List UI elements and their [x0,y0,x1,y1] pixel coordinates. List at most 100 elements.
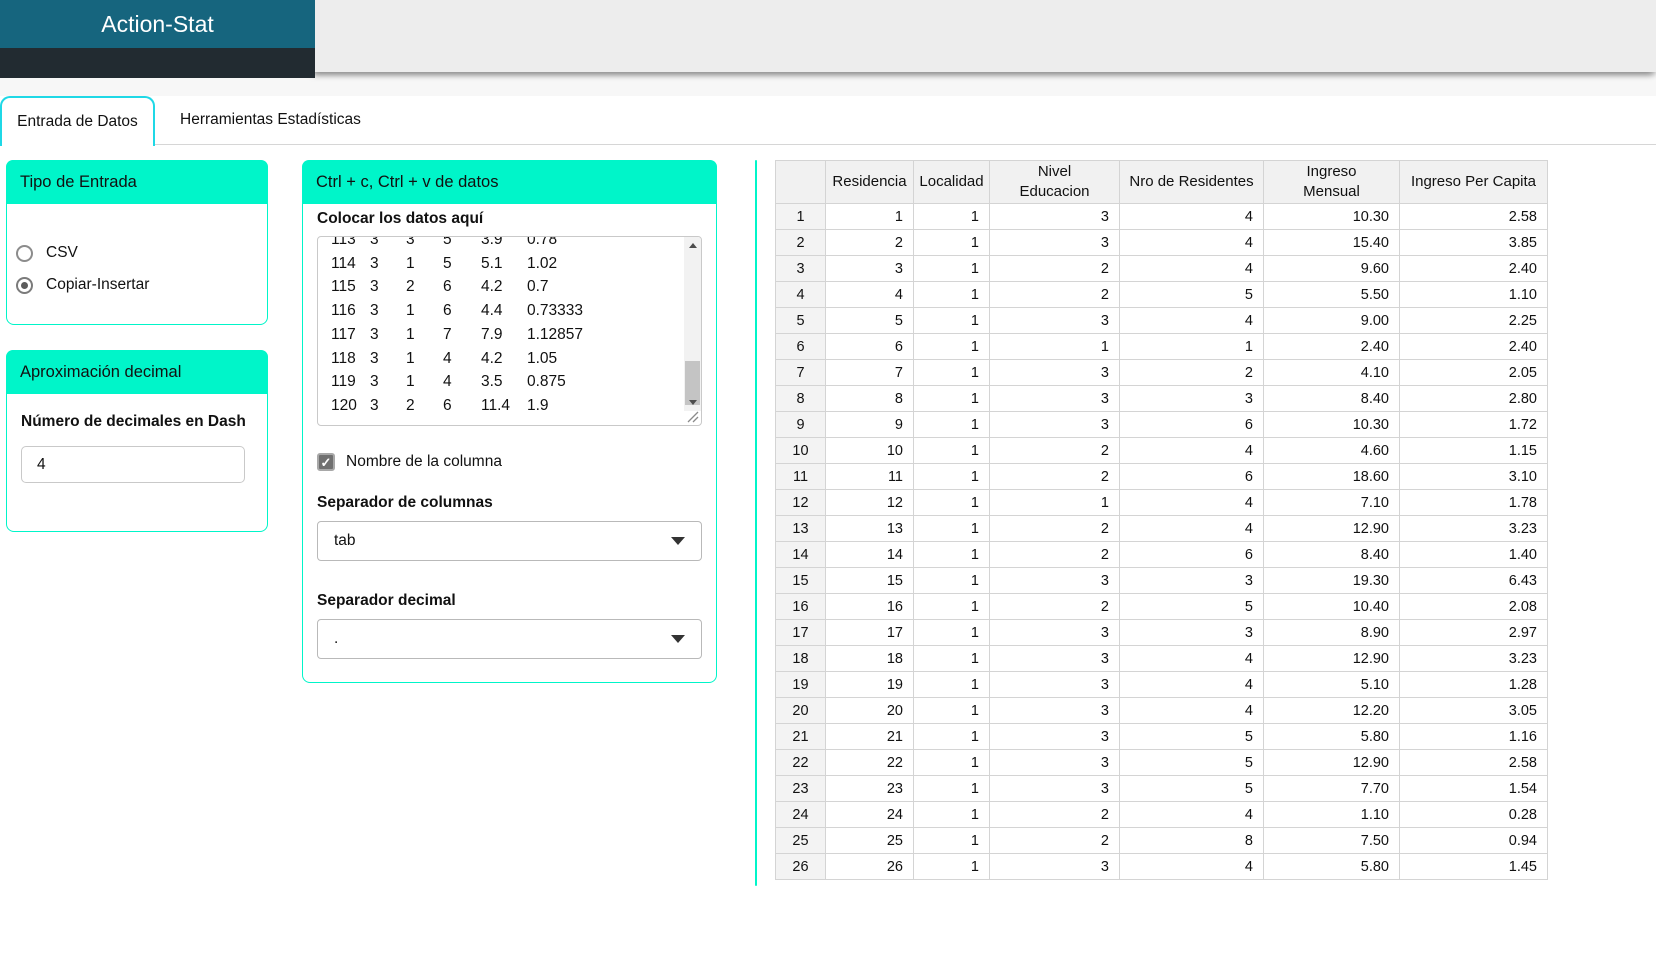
table-cell[interactable]: 22 [825,749,914,776]
table-cell[interactable]: 3 [989,775,1120,802]
table-cell[interactable]: 4 [1119,307,1264,334]
table-cell[interactable]: 1.10 [1399,281,1548,308]
table-cell[interactable]: 2.97 [1399,619,1548,646]
table-cell[interactable]: 1.16 [1399,723,1548,750]
table-cell[interactable]: 1 [913,801,990,828]
table-cell[interactable]: 1 [913,359,990,386]
table-cell[interactable]: 2 [989,801,1120,828]
table-cell[interactable]: 12 [825,489,914,516]
table-cell[interactable]: 4 [1119,645,1264,672]
table-cell[interactable]: 1 [913,515,990,542]
table-cell[interactable]: 1.78 [1399,489,1548,516]
radio-option-csv[interactable]: CSV [16,244,267,262]
table-cell[interactable]: 12.20 [1263,697,1400,724]
table-cell[interactable]: 3 [1119,619,1264,646]
table-cell[interactable]: 0.94 [1399,827,1548,854]
table-cell[interactable]: 3 [989,203,1120,230]
table-cell[interactable]: 6 [1119,463,1264,490]
table-cell[interactable]: 15 [825,567,914,594]
scroll-down-button[interactable] [684,394,701,411]
table-cell[interactable]: 20 [825,697,914,724]
table-cell[interactable]: 4 [825,281,914,308]
table-cell[interactable]: 3.23 [1399,515,1548,542]
table-cell[interactable]: 3 [989,697,1120,724]
table-cell[interactable]: 1 [913,749,990,776]
table-cell[interactable]: 1 [913,775,990,802]
table-cell[interactable]: 3 [989,671,1120,698]
table-cell[interactable]: 2.40 [1399,333,1548,360]
table-cell[interactable]: 26 [825,853,914,880]
table-cell[interactable]: 3 [989,229,1120,256]
table-cell[interactable]: 1.10 [1263,801,1400,828]
table-cell[interactable]: 1 [913,827,990,854]
table-cell[interactable]: 2.05 [1399,359,1548,386]
table-cell[interactable]: 10 [825,437,914,464]
tab-herramientas-estadisticas[interactable]: Herramientas Estadísticas [155,111,361,129]
table-cell[interactable]: 9.60 [1263,255,1400,282]
table-cell[interactable]: 1 [989,489,1120,516]
table-cell[interactable]: 4 [1119,697,1264,724]
table-cell[interactable]: 10.30 [1263,203,1400,230]
radio-option-copiar-insertar[interactable]: Copiar-Insertar [16,276,267,294]
decimal-separator-select[interactable]: . [317,619,702,659]
table-cell[interactable]: 2 [825,229,914,256]
table-cell[interactable]: 4 [1119,515,1264,542]
table-cell[interactable]: 1 [913,229,990,256]
table-cell[interactable]: 1.72 [1399,411,1548,438]
table-cell[interactable]: 4 [1119,671,1264,698]
table-cell[interactable]: 1 [825,203,914,230]
column-name-checkbox[interactable]: ✓ [317,453,335,471]
table-cell[interactable]: 3 [989,411,1120,438]
table-cell[interactable]: 4 [1119,203,1264,230]
table-cell[interactable]: 1 [913,619,990,646]
table-cell[interactable]: 11 [825,463,914,490]
table-cell[interactable]: 1 [913,437,990,464]
table-cell[interactable]: 2.25 [1399,307,1548,334]
table-cell[interactable]: 3 [989,749,1120,776]
table-cell[interactable]: 2 [989,593,1120,620]
table-cell[interactable]: 8 [825,385,914,412]
table-cell[interactable]: 23 [825,775,914,802]
table-cell[interactable]: 5 [1119,723,1264,750]
radio-copiar-insertar[interactable] [16,276,33,294]
table-cell[interactable]: 12.90 [1263,645,1400,672]
table-cell[interactable]: 21 [825,723,914,750]
table-cell[interactable]: 19 [825,671,914,698]
table-cell[interactable]: 6 [825,333,914,360]
table-cell[interactable]: 5 [1119,775,1264,802]
column-name-checkbox-row[interactable]: ✓ Nombre de la columna [317,452,702,472]
table-cell[interactable]: 16 [825,593,914,620]
table-cell[interactable]: 4.60 [1263,437,1400,464]
table-cell[interactable]: 2 [989,515,1120,542]
table-cell[interactable]: 5.80 [1263,723,1400,750]
textarea-scrollbar[interactable] [684,237,701,411]
table-cell[interactable]: 1 [913,645,990,672]
table-cell[interactable]: 1 [913,593,990,620]
table-cell[interactable]: 7.10 [1263,489,1400,516]
table-cell[interactable]: 3 [989,359,1120,386]
table-cell[interactable]: 25 [825,827,914,854]
table-cell[interactable]: 5 [1119,749,1264,776]
table-cell[interactable]: 1 [913,697,990,724]
table-cell[interactable]: 1 [913,853,990,880]
table-cell[interactable]: 2.80 [1399,385,1548,412]
table-cell[interactable]: 1 [913,723,990,750]
table-cell[interactable]: 1 [913,203,990,230]
table-cell[interactable]: 0.28 [1399,801,1548,828]
table-cell[interactable]: 9 [825,411,914,438]
table-cell[interactable]: 6 [1119,541,1264,568]
tab-entrada-de-datos[interactable]: Entrada de Datos [0,96,155,146]
table-cell[interactable]: 2.58 [1399,203,1548,230]
table-cell[interactable]: 8.40 [1263,541,1400,568]
table-cell[interactable]: 5.50 [1263,281,1400,308]
resize-handle-icon[interactable] [686,410,699,423]
table-cell[interactable]: 1.54 [1399,775,1548,802]
table-cell[interactable]: 2.08 [1399,593,1548,620]
table-cell[interactable]: 3 [1119,385,1264,412]
table-cell[interactable]: 2 [989,463,1120,490]
table-cell[interactable]: 1 [913,489,990,516]
table-cell[interactable]: 14 [825,541,914,568]
table-cell[interactable]: 13 [825,515,914,542]
column-separator-select[interactable]: tab [317,521,702,561]
table-cell[interactable]: 1 [913,463,990,490]
